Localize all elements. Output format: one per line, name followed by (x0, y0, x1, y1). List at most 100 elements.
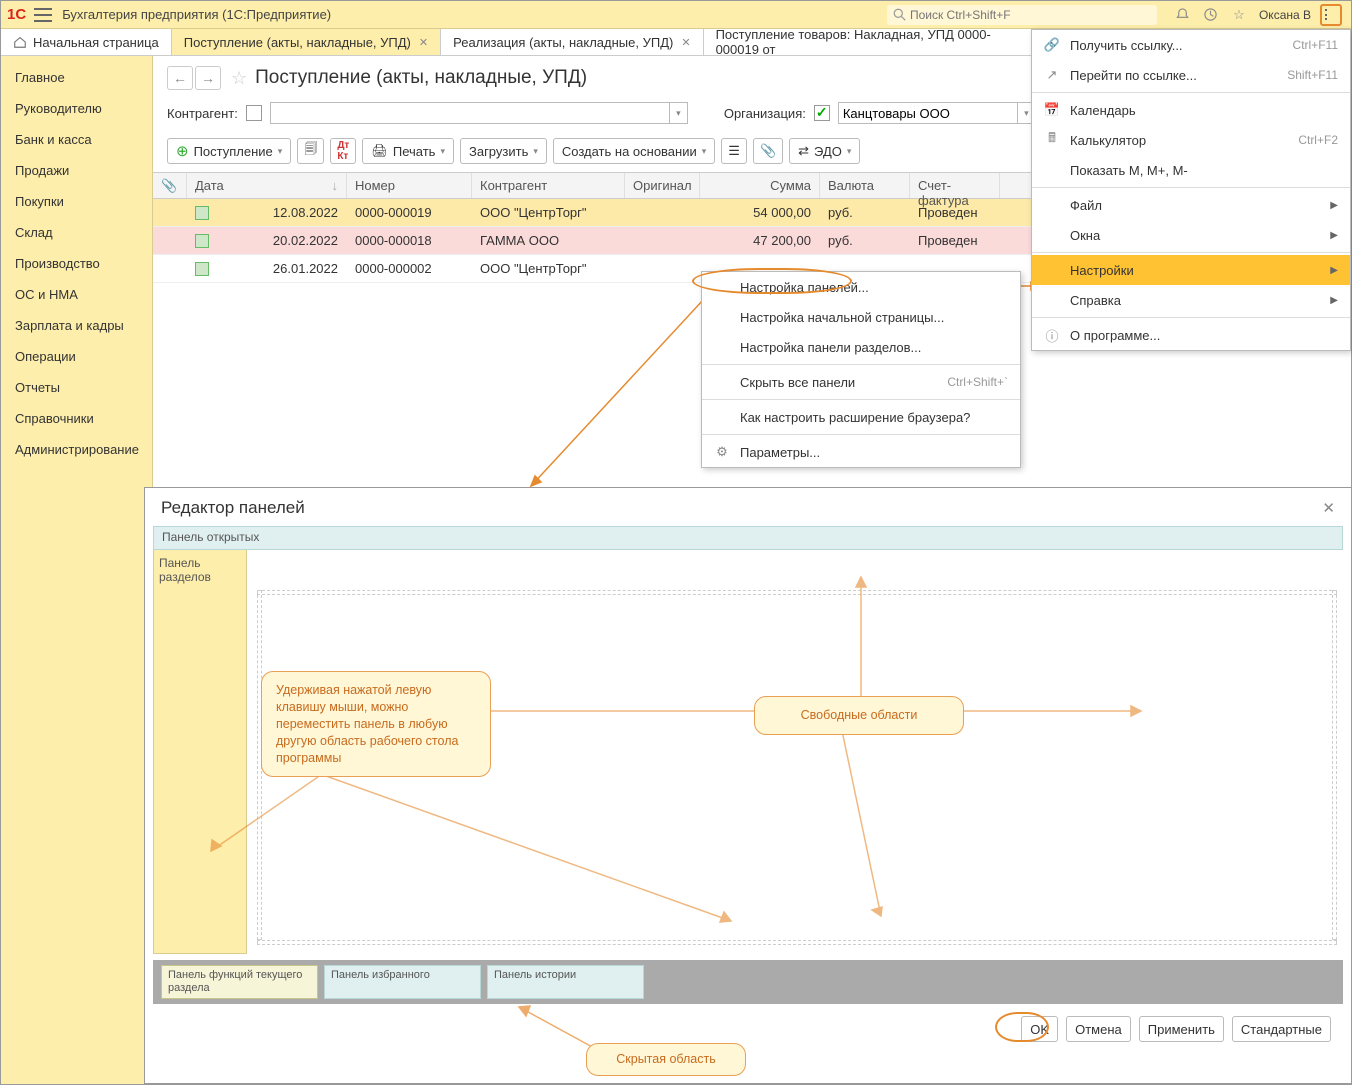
btn-label: Поступление (194, 144, 273, 159)
menu-settings[interactable]: Настройки▶ (1032, 255, 1350, 285)
copy-button[interactable]: 🗐 (297, 138, 324, 164)
doc-icon (195, 234, 209, 248)
close-icon[interactable]: ✕ (681, 36, 690, 49)
search-input[interactable] (910, 8, 1151, 22)
sidebar-item[interactable]: Продажи (1, 155, 152, 186)
open-panel-strip[interactable]: Панель открытых (153, 526, 1343, 550)
submenu-browser-ext[interactable]: Как настроить расширение браузера? (702, 402, 1020, 432)
submenu-sections[interactable]: Настройка панели разделов... (702, 332, 1020, 362)
input-org[interactable] (838, 102, 1018, 124)
col-contragent[interactable]: Контрагент (472, 173, 625, 198)
sections-panel[interactable]: Панель разделов (153, 550, 247, 954)
close-icon[interactable]: ✕ (1322, 499, 1335, 517)
sidebar-item[interactable]: Руководителю (1, 93, 152, 124)
card-history[interactable]: Панель истории (487, 965, 644, 999)
sidebar-item[interactable]: Склад (1, 217, 152, 248)
submenu-panels[interactable]: Настройка панелей... (702, 272, 1020, 302)
col-number[interactable]: Номер (347, 173, 472, 198)
back-button[interactable]: ← (167, 66, 193, 90)
username[interactable]: Оксана В (1259, 8, 1311, 22)
tab-label: Поступление товаров: Накладная, УПД 0000… (716, 29, 1031, 55)
menu-about[interactable]: ⓘО программе... (1032, 320, 1350, 350)
favorite-icon[interactable]: ☆ (231, 68, 247, 89)
tab-goods[interactable]: Поступление товаров: Накладная, УПД 0000… (704, 29, 1044, 55)
tab-home[interactable]: Начальная страница (1, 29, 172, 55)
edo-button[interactable]: ⇄ ЭДО▾ (789, 138, 860, 164)
page-title: Поступление (акты, накладные, УПД) (255, 67, 587, 89)
checkbox-org[interactable] (814, 105, 830, 121)
menu-get-link[interactable]: 🔗Получить ссылку...Ctrl+F11 (1032, 30, 1350, 60)
ok-button[interactable]: OK (1021, 1016, 1058, 1042)
sidebar-item[interactable]: ОС и НМА (1, 279, 152, 310)
list-button[interactable]: ☰ (721, 138, 747, 164)
doc-icon (195, 206, 209, 220)
menu-icon[interactable] (34, 8, 52, 22)
sidebar-item[interactable]: Отчеты (1, 372, 152, 403)
search-box[interactable] (887, 5, 1157, 25)
dtkt-button[interactable]: ДтКт (330, 138, 356, 164)
menu-calendar[interactable]: 📅Календарь (1032, 95, 1350, 125)
menu-goto-link[interactable]: ↗Перейти по ссылке...Shift+F11 (1032, 60, 1350, 90)
callout-hidden: Скрытая область (586, 1043, 746, 1076)
history-icon[interactable] (1200, 4, 1222, 26)
card-favorites[interactable]: Панель избранного (324, 965, 481, 999)
attach-button[interactable]: 📎 (753, 138, 783, 164)
submenu-hide-panels[interactable]: Скрыть все панелиCtrl+Shift+` (702, 367, 1020, 397)
menu-calculator[interactable]: 🖩КалькуляторCtrl+F2 (1032, 125, 1350, 155)
dropdown-icon[interactable]: ▾ (670, 102, 688, 124)
checkbox-contragent[interactable] (246, 105, 262, 121)
submenu-homepage[interactable]: Настройка начальной страницы... (702, 302, 1020, 332)
forward-button[interactable]: → (195, 66, 221, 90)
btn-label: Печать (393, 144, 436, 159)
hidden-area[interactable]: Панель функций текущего раздела Панель и… (153, 960, 1343, 1004)
star-icon[interactable]: ☆ (1228, 4, 1250, 26)
info-icon: ⓘ (1044, 327, 1060, 343)
search-icon (893, 8, 906, 21)
sidebar-item[interactable]: Операции (1, 341, 152, 372)
card-functions[interactable]: Панель функций текущего раздела (161, 965, 318, 999)
btn-label: Создать на основании (562, 144, 697, 159)
sidebar-item[interactable]: Справочники (1, 403, 152, 434)
doc-icon (195, 262, 209, 276)
bell-icon[interactable] (1172, 4, 1194, 26)
link-icon: 🔗 (1044, 37, 1060, 53)
cancel-button[interactable]: Отмена (1066, 1016, 1131, 1042)
col-date[interactable]: Дата↓ (187, 173, 347, 198)
service-menu-button[interactable] (1320, 4, 1342, 26)
close-icon[interactable]: ✕ (419, 36, 428, 49)
menu-file[interactable]: Файл▶ (1032, 190, 1350, 220)
service-menu: 🔗Получить ссылку...Ctrl+F11 ↗Перейти по … (1031, 29, 1351, 351)
logo-1c: 1C (7, 6, 26, 23)
sidebar-item[interactable]: Банк и касса (1, 124, 152, 155)
sidebar: Главное Руководителю Банк и касса Продаж… (1, 56, 153, 1084)
label-org: Организация: (724, 106, 806, 121)
col-attach[interactable]: 📎 (153, 173, 187, 198)
sidebar-item[interactable]: Администрирование (1, 434, 152, 465)
menu-memory[interactable]: Показать M, M+, M- (1032, 155, 1350, 185)
tab-label: Начальная страница (33, 35, 159, 50)
col-original[interactable]: Оригинал (625, 173, 700, 198)
print-button[interactable]: 🖨 Печать▾ (362, 138, 454, 164)
settings-submenu: Настройка панелей... Настройка начальной… (701, 271, 1021, 468)
app-title: Бухгалтерия предприятия (1С:Предприятие) (62, 7, 331, 22)
input-contragent[interactable] (270, 102, 670, 124)
menu-help[interactable]: Справка▶ (1032, 285, 1350, 315)
tab-receipt[interactable]: Поступление (акты, накладные, УПД) ✕ (172, 29, 441, 55)
panel-editor-title: Редактор панелей (161, 498, 1322, 518)
submenu-params[interactable]: ⚙Параметры... (702, 437, 1020, 467)
col-invoice[interactable]: Счет-фактура (910, 173, 1000, 198)
col-currency[interactable]: Валюта (820, 173, 910, 198)
sidebar-item[interactable]: Производство (1, 248, 152, 279)
load-button[interactable]: Загрузить▾ (460, 138, 547, 164)
sidebar-item[interactable]: Зарплата и кадры (1, 310, 152, 341)
tab-sales[interactable]: Реализация (акты, накладные, УПД) ✕ (441, 29, 703, 55)
defaults-button[interactable]: Стандартные (1232, 1016, 1331, 1042)
tab-label: Реализация (акты, накладные, УПД) (453, 35, 673, 50)
receipt-button[interactable]: ⊕Поступление▾ (167, 138, 291, 164)
create-based-button[interactable]: Создать на основании▾ (553, 138, 715, 164)
sidebar-item[interactable]: Главное (1, 62, 152, 93)
menu-windows[interactable]: Окна▶ (1032, 220, 1350, 250)
sidebar-item[interactable]: Покупки (1, 186, 152, 217)
apply-button[interactable]: Применить (1139, 1016, 1224, 1042)
col-sum[interactable]: Сумма (700, 173, 820, 198)
